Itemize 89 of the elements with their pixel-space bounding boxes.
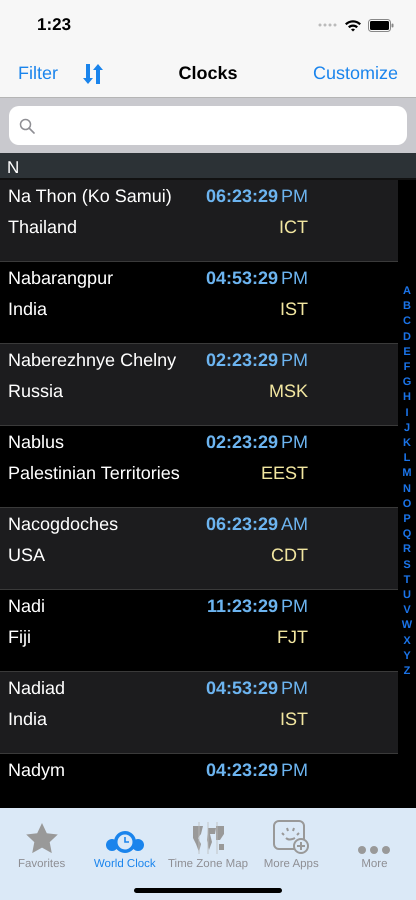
country-name: India — [8, 709, 48, 730]
index-letter[interactable]: S — [403, 558, 411, 573]
index-letter[interactable]: Y — [403, 648, 411, 664]
city-name: Nacogdoches — [8, 514, 118, 535]
index-letter[interactable]: H — [403, 390, 411, 406]
search-icon — [19, 118, 35, 134]
clock-cloud-icon — [104, 830, 145, 854]
am-pm: PM — [281, 432, 308, 453]
time-zone: FJT — [277, 627, 308, 648]
clock-time: 06:23:29 — [206, 514, 278, 535]
status-time: 1:23 — [37, 15, 72, 35]
index-letter[interactable]: W — [402, 618, 412, 634]
clock-row[interactable]: Nadiad 04:53:29 PM India IST — [0, 672, 398, 754]
clock-time: 04:53:29 — [206, 268, 278, 289]
index-letter[interactable]: Z — [404, 664, 410, 680]
city-name: Nadiad — [8, 678, 66, 699]
more-icon — [358, 846, 390, 854]
tab[interactable]: More Apps — [250, 808, 333, 870]
city-name: Naberezhnye Chelny — [8, 350, 176, 371]
index-letter[interactable]: V — [403, 603, 411, 618]
wifi-icon — [344, 18, 362, 32]
index-letter[interactable]: X — [403, 634, 411, 649]
star-icon — [24, 822, 59, 854]
section-header: N — [7, 158, 20, 178]
city-name: Nadi — [8, 596, 46, 617]
clock-time: 02:23:29 — [206, 432, 278, 453]
clock-row[interactable]: Na Thon (Ko Samui) 06:23:29 PM Thailand ICT — [0, 180, 398, 262]
index-letter[interactable]: Q — [402, 527, 412, 542]
battery-icon — [368, 18, 394, 32]
am-pm: PM — [281, 350, 308, 371]
time-zone: MSK — [268, 381, 308, 402]
country-name: India — [8, 299, 48, 320]
city-name: Nadym — [8, 760, 66, 781]
tab[interactable]: Time Zone Map — [166, 808, 250, 870]
tab[interactable]: More — [332, 808, 416, 870]
country-name: USA — [8, 545, 46, 566]
index-letter[interactable]: R — [403, 542, 411, 558]
index-letter[interactable]: E — [403, 344, 411, 360]
index-letter[interactable]: N — [403, 482, 411, 497]
city-name: Nabarangpur — [8, 268, 114, 289]
index-letter[interactable]: B — [403, 299, 411, 314]
time-zone: IST — [280, 709, 308, 730]
am-pm: AM — [281, 514, 308, 535]
am-pm: PM — [281, 186, 308, 207]
am-pm: PM — [281, 596, 308, 617]
index-letter[interactable]: J — [404, 420, 410, 436]
index-letter[interactable]: F — [404, 360, 410, 376]
clock-time: 06:23:29 — [206, 186, 278, 207]
country-name: Palestinian Territories — [8, 463, 180, 484]
city-name: Nablus — [8, 432, 64, 453]
am-pm: PM — [281, 268, 308, 289]
tab[interactable]: World Clock — [83, 808, 166, 870]
index-letter[interactable]: M — [402, 466, 412, 482]
index-letter[interactable]: I — [405, 406, 409, 421]
country-name: Fiji — [8, 627, 31, 648]
am-pm: PM — [281, 678, 308, 699]
am-pm: PM — [281, 760, 308, 781]
country-name: Russia — [8, 381, 64, 402]
time-zone: CDT — [271, 545, 308, 566]
index-letter[interactable]: D — [403, 330, 411, 345]
index-letter[interactable]: K — [403, 436, 411, 452]
time-zone: IST — [280, 299, 308, 320]
time-zone: EEST — [260, 463, 308, 484]
clock-time: 04:23:29 — [206, 760, 278, 781]
index-letter[interactable]: P — [403, 512, 411, 528]
time-zone: ICT — [279, 217, 308, 238]
country-name: Thailand — [8, 217, 78, 238]
city-name: Na Thon (Ko Samui) — [8, 186, 172, 207]
customize-button[interactable]: Customize — [312, 63, 398, 84]
search-field[interactable] — [9, 106, 407, 145]
index-letter[interactable]: G — [402, 375, 412, 390]
clock-time: 11:23:29 — [206, 596, 278, 617]
clock-time: 04:53:29 — [206, 678, 278, 699]
index-letter[interactable]: T — [404, 572, 410, 588]
sort-arrows-icon[interactable] — [82, 62, 104, 84]
index-letter[interactable]: U — [403, 588, 411, 604]
tab[interactable]: Favorites — [0, 808, 84, 870]
world-map-icon — [190, 822, 226, 854]
clock-row[interactable]: Naberezhnye Chelny 02:23:29 PM Russia MSK — [0, 344, 398, 426]
gauge-plus-icon — [273, 820, 310, 854]
index-letter[interactable]: A — [403, 284, 411, 300]
clock-row[interactable]: Nacogdoches 06:23:29 AM USA CDT — [0, 508, 398, 590]
index-letter[interactable]: L — [404, 451, 410, 466]
signal-dots-icon — [318, 23, 338, 27]
index-letter[interactable]: O — [402, 496, 412, 512]
clock-time: 02:23:29 — [206, 350, 278, 371]
filter-button[interactable]: Filter — [18, 63, 58, 84]
screen-title: Clocks — [178, 63, 238, 84]
index-letter[interactable]: C — [403, 314, 411, 330]
